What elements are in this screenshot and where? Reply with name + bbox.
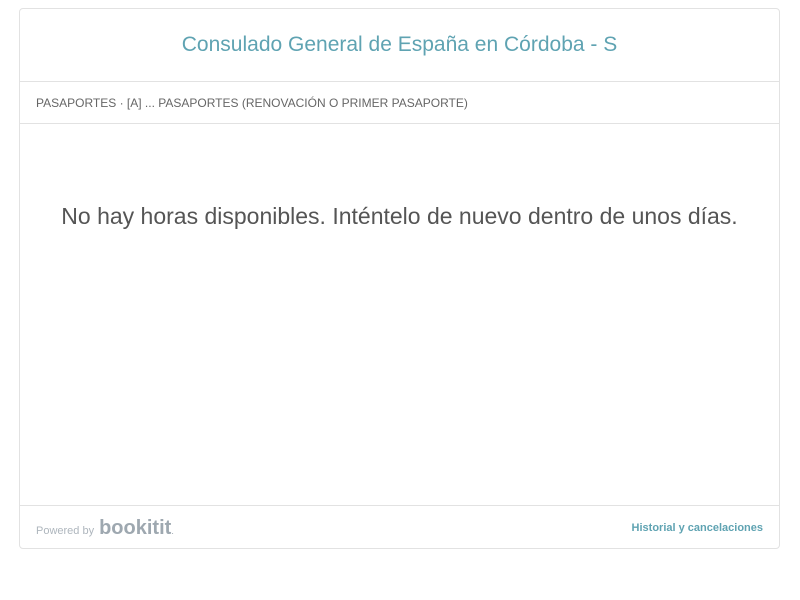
breadcrumb: PASAPORTES · [A] ... PASAPORTES (RENOVAC… [20, 82, 779, 124]
page-title: Consulado General de España en Córdoba -… [181, 33, 618, 56]
powered-by-label: Powered by [36, 524, 95, 537]
header: Consulado General de España en Córdoba -… [20, 9, 779, 82]
main-content: No hay horas disponibles. Inténtelo de n… [20, 124, 779, 506]
bookitit-logo-dot: . [171, 525, 174, 536]
history-and-cancellations-link[interactable]: Historial y cancelaciones [632, 522, 763, 534]
breadcrumb-text: PASAPORTES · [A] ... PASAPORTES (RENOVAC… [36, 95, 468, 110]
bookitit-logo: bookitit [99, 516, 172, 539]
no-availability-message: No hay horas disponibles. Inténtelo de n… [61, 203, 738, 229]
footer: Powered by bookitit. Historial y cancela… [20, 506, 779, 550]
booking-widget: Consulado General de España en Córdoba -… [19, 8, 780, 549]
powered-by: Powered by bookitit. [36, 517, 174, 540]
